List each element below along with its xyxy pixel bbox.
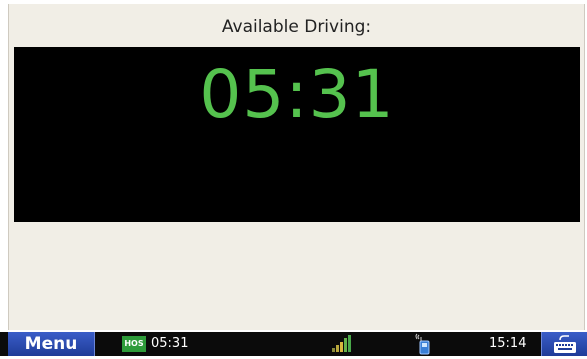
page-title: Available Driving: <box>221 17 372 37</box>
hos-time: 05:31 <box>151 336 189 351</box>
app-screen: Available Driving: 05:31 Menu HOS 05:31 <box>0 0 587 356</box>
available-driving-timer: 05:31 <box>199 56 395 133</box>
keyboard-icon <box>554 335 576 353</box>
hos-badge[interactable]: HOS <box>122 336 146 352</box>
taskbar: Menu HOS 05:31 15:14 <box>0 332 587 356</box>
signal-icon[interactable] <box>331 334 353 354</box>
clock: 15:14 <box>489 336 527 351</box>
timer-display: 05:31 <box>14 47 580 222</box>
phone-icon[interactable] <box>414 333 432 355</box>
menu-button[interactable]: Menu <box>8 332 95 356</box>
keyboard-button[interactable] <box>541 332 587 356</box>
main-panel: Available Driving: 05:31 <box>8 4 585 330</box>
